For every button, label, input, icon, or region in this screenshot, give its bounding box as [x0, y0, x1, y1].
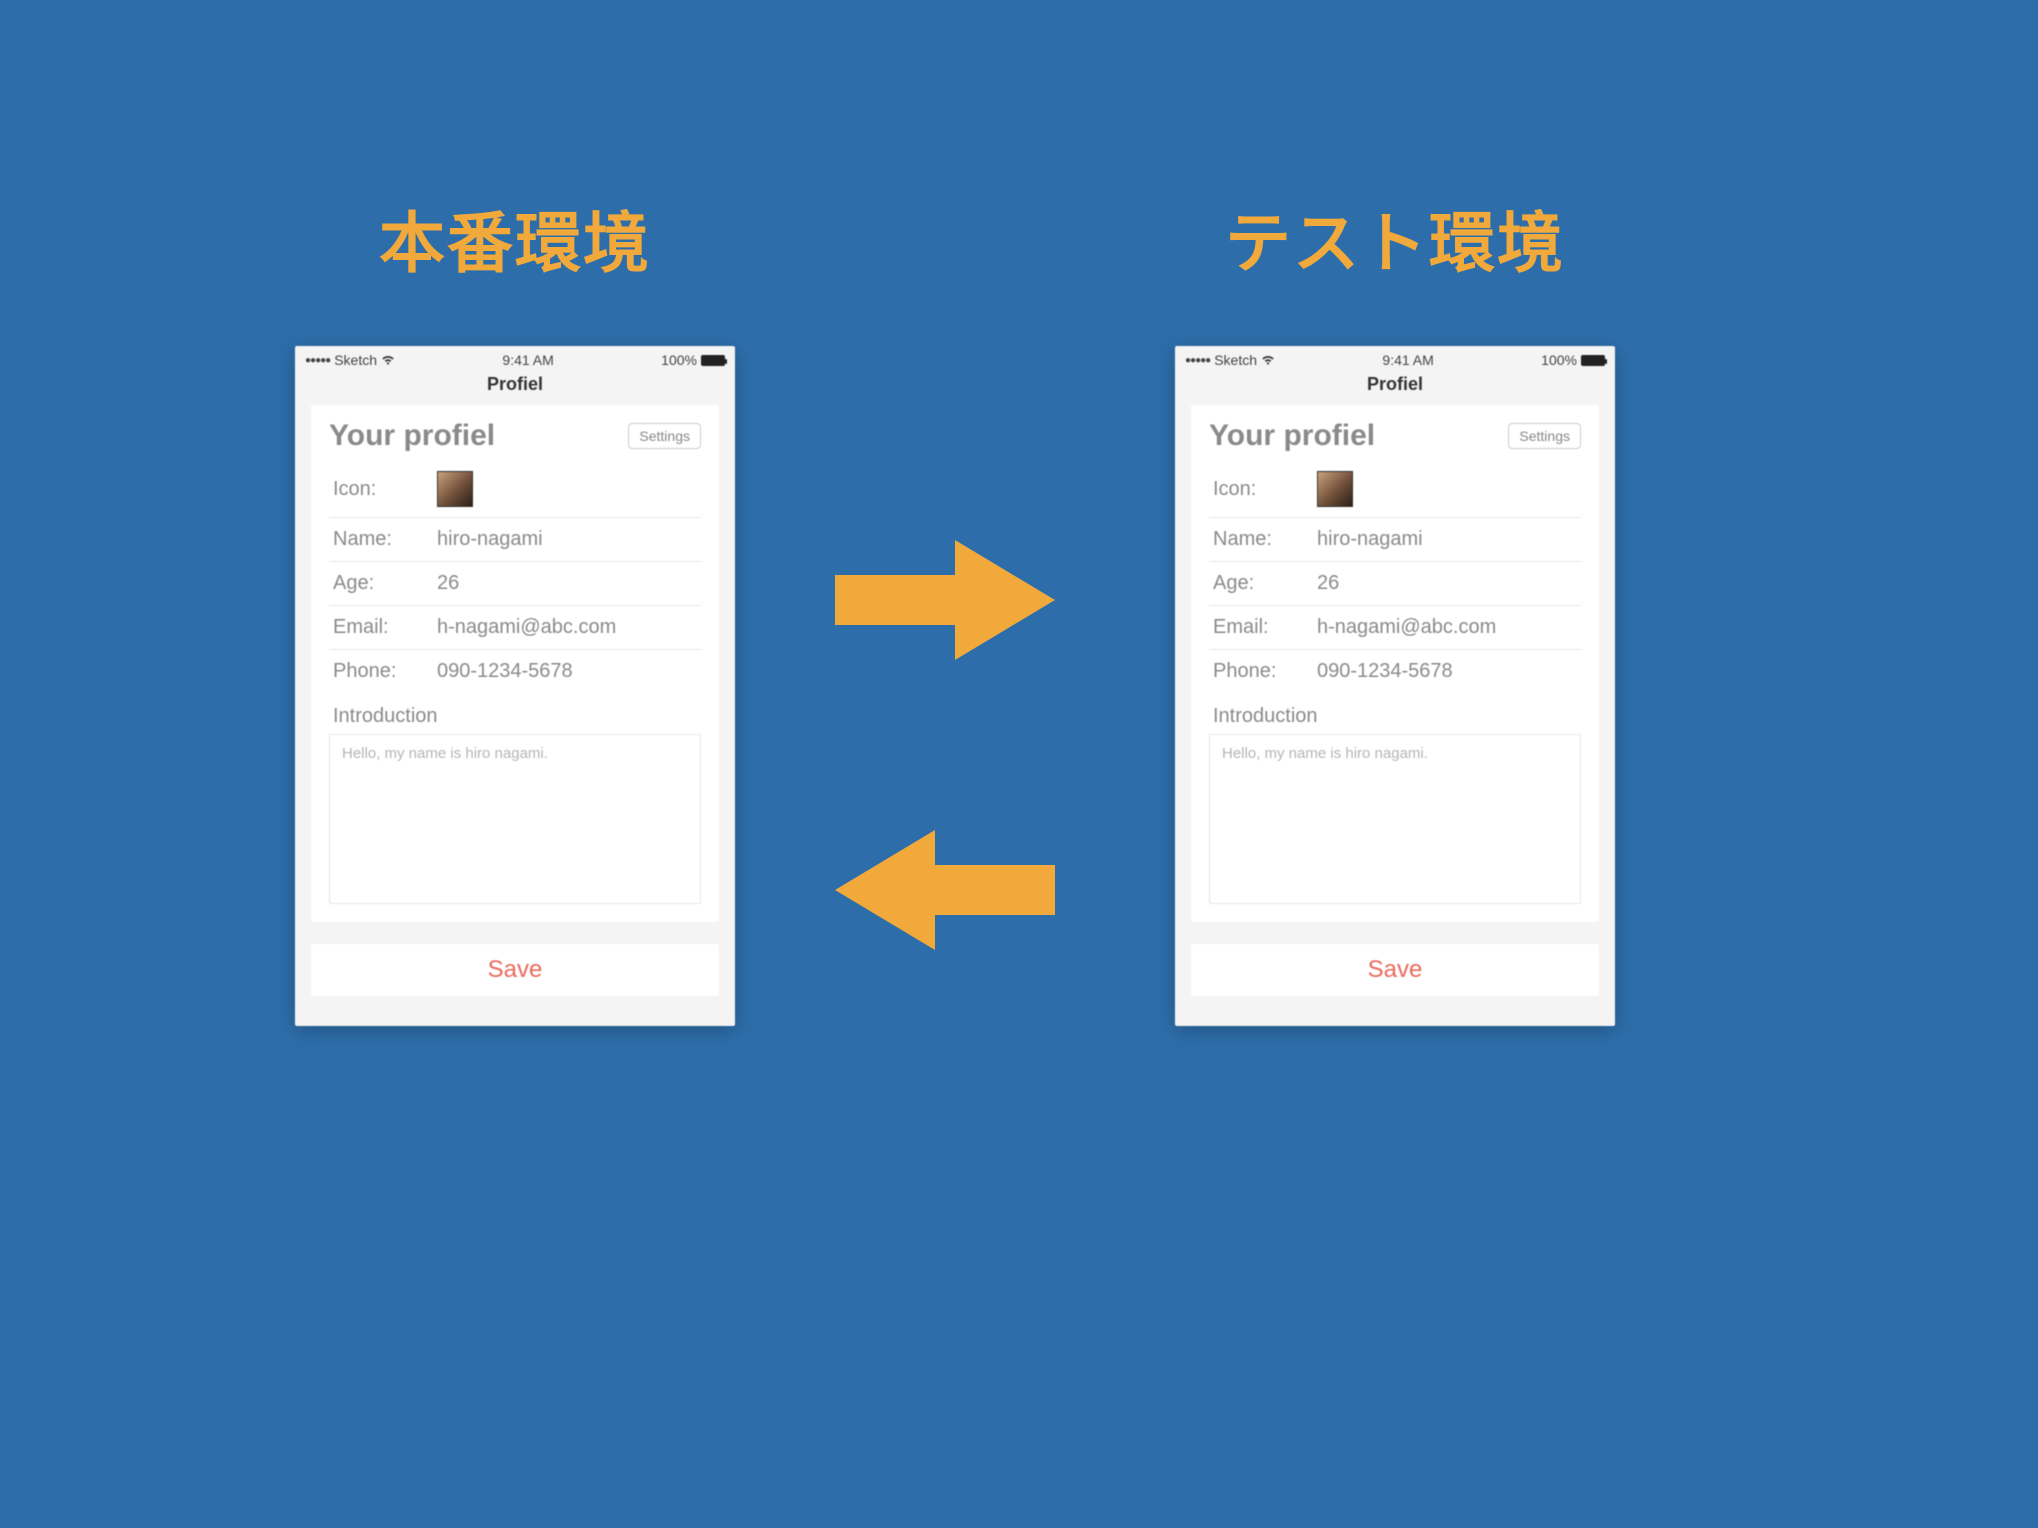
row-email: Email: h-nagami@abc.com — [329, 606, 701, 650]
column-production: 本番環境 ●●●●● Sketch 9:41 AM 100% Profiel Y… — [290, 190, 740, 1026]
phone-mock-right: ●●●●● Sketch 9:41 AM 100% Profiel Your p… — [1175, 346, 1615, 1026]
carrier-label: Sketch — [1214, 352, 1257, 368]
row-icon: Icon: — [1209, 461, 1581, 518]
phone-label: Phone: — [1213, 660, 1301, 683]
icon-label: Icon: — [333, 478, 421, 501]
row-phone: Phone: 090-1234-5678 — [1209, 650, 1581, 693]
age-label: Age: — [1213, 572, 1301, 595]
name-value: hiro-nagami — [1317, 528, 1423, 551]
clock: 9:41 AM — [1382, 352, 1433, 368]
wifi-icon — [1261, 353, 1275, 368]
name-label: Name: — [1213, 528, 1301, 551]
settings-button[interactable]: Settings — [1508, 423, 1581, 449]
battery-percent: 100% — [661, 352, 697, 368]
card-heading: Your profiel — [1209, 419, 1375, 453]
arrow-right-icon — [835, 540, 1055, 660]
phone-value: 090-1234-5678 — [437, 660, 573, 683]
row-email: Email: h-nagami@abc.com — [1209, 606, 1581, 650]
email-value: h-nagami@abc.com — [437, 616, 616, 639]
battery-icon — [701, 355, 725, 366]
status-bar: ●●●●● Sketch 9:41 AM 100% — [295, 346, 735, 370]
wifi-icon — [381, 353, 395, 368]
email-label: Email: — [333, 616, 421, 639]
save-button[interactable]: Save — [1191, 944, 1599, 996]
nav-title: Profiel — [295, 370, 735, 405]
avatar — [437, 471, 473, 507]
intro-label: Introduction — [329, 693, 701, 734]
age-value: 26 — [437, 572, 459, 595]
status-bar: ●●●●● Sketch 9:41 AM 100% — [1175, 346, 1615, 370]
battery-percent: 100% — [1541, 352, 1577, 368]
phone-mock-left: ●●●●● Sketch 9:41 AM 100% Profiel Your p… — [295, 346, 735, 1026]
row-icon: Icon: — [329, 461, 701, 518]
intro-textarea[interactable]: Hello, my name is hiro nagami. — [1209, 734, 1581, 904]
carrier-label: Sketch — [334, 352, 377, 368]
email-value: h-nagami@abc.com — [1317, 616, 1496, 639]
age-value: 26 — [1317, 572, 1339, 595]
signal-dots-icon: ●●●●● — [305, 355, 330, 366]
column-test: テスト環境 ●●●●● Sketch 9:41 AM 100% Profiel … — [1170, 190, 1620, 1026]
profile-card: Your profiel Settings Icon: Name: hiro-n… — [1191, 405, 1599, 922]
phone-value: 090-1234-5678 — [1317, 660, 1453, 683]
clock: 9:41 AM — [502, 352, 553, 368]
row-age: Age: 26 — [1209, 562, 1581, 606]
row-name: Name: hiro-nagami — [329, 518, 701, 562]
save-button[interactable]: Save — [311, 944, 719, 996]
avatar — [1317, 471, 1353, 507]
name-label: Name: — [333, 528, 421, 551]
title-test: テスト環境 — [1225, 190, 1565, 286]
intro-label: Introduction — [1209, 693, 1581, 734]
name-value: hiro-nagami — [437, 528, 543, 551]
nav-title: Profiel — [1175, 370, 1615, 405]
arrow-left-icon — [835, 830, 1055, 950]
signal-dots-icon: ●●●●● — [1185, 355, 1210, 366]
row-name: Name: hiro-nagami — [1209, 518, 1581, 562]
row-phone: Phone: 090-1234-5678 — [329, 650, 701, 693]
settings-button[interactable]: Settings — [628, 423, 701, 449]
title-production: 本番環境 — [379, 190, 651, 286]
intro-textarea[interactable]: Hello, my name is hiro nagami. — [329, 734, 701, 904]
email-label: Email: — [1213, 616, 1301, 639]
battery-icon — [1581, 355, 1605, 366]
age-label: Age: — [333, 572, 421, 595]
icon-label: Icon: — [1213, 478, 1301, 501]
card-heading: Your profiel — [329, 419, 495, 453]
row-age: Age: 26 — [329, 562, 701, 606]
profile-card: Your profiel Settings Icon: Name: hiro-n… — [311, 405, 719, 922]
phone-label: Phone: — [333, 660, 421, 683]
